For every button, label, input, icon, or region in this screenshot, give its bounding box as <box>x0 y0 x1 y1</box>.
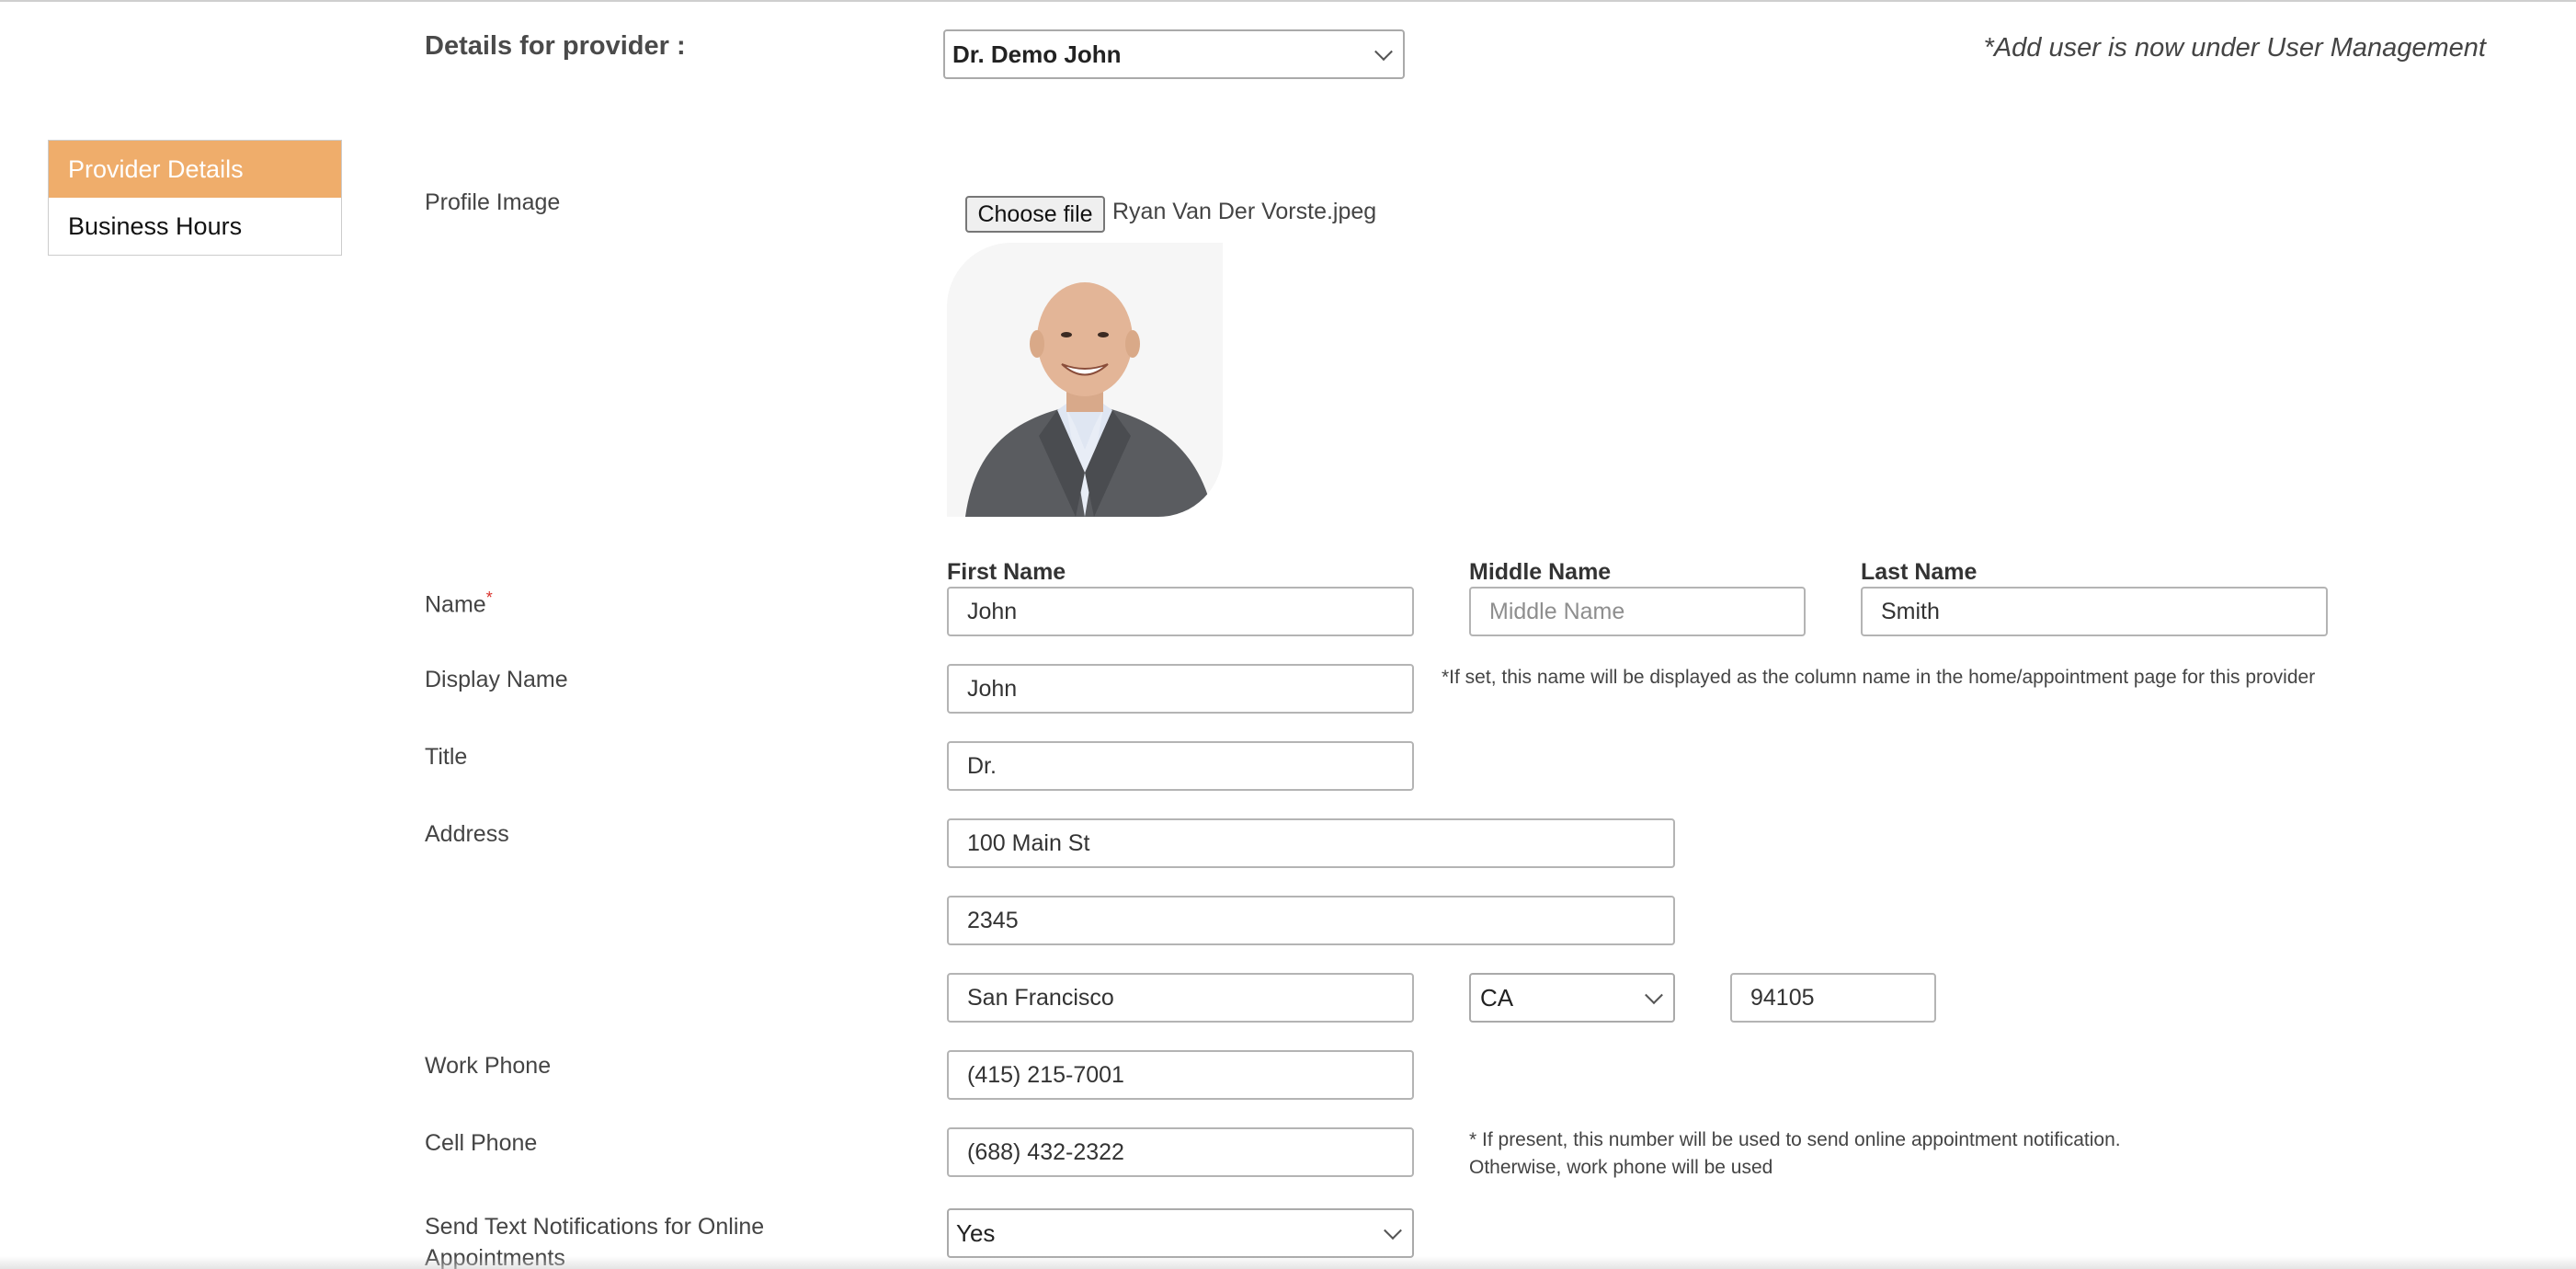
provider-details-page: Details for provider : Dr. Demo John *Ad… <box>0 0 2576 1269</box>
page-title: Details for provider : <box>425 31 686 61</box>
sidebar: Provider Details Business Hours <box>48 140 342 256</box>
chevron-down-icon <box>1384 1221 1402 1240</box>
chevron-down-icon <box>1374 42 1393 62</box>
state-select-value: CA <box>1480 983 1514 1012</box>
file-name-text: Ryan Van Der Vorste.jpeg <box>1112 199 1377 224</box>
cell-phone-hint: * If present, this number will be used t… <box>1469 1126 2121 1182</box>
work-phone-input[interactable]: (415) 215-7001 <box>947 1050 1414 1100</box>
cell-phone-hint-line2: Otherwise, work phone will be used <box>1469 1157 1773 1178</box>
cell-phone-hint-line1: * If present, this number will be used t… <box>1469 1129 2121 1150</box>
profile-photo <box>947 243 1223 517</box>
add-user-note: *Add user is now under User Management <box>1983 33 2486 63</box>
address-line1-input[interactable]: 100 Main St <box>947 818 1675 868</box>
display-name-input[interactable]: John <box>947 664 1414 714</box>
chevron-down-icon <box>1645 986 1663 1005</box>
title-input[interactable]: Dr. <box>947 741 1414 791</box>
sidebar-item-provider-details[interactable]: Provider Details <box>49 141 341 198</box>
address-line2-input[interactable]: 2345 <box>947 896 1675 945</box>
required-marker: * <box>485 589 493 607</box>
provider-select[interactable]: Dr. Demo John <box>943 29 1405 79</box>
title-label: Title <box>425 744 468 770</box>
last-name-input[interactable]: Smith <box>1861 587 2328 636</box>
state-select[interactable]: CA <box>1469 973 1675 1023</box>
profile-image-label: Profile Image <box>425 189 561 215</box>
bottom-shadow <box>0 1256 2576 1269</box>
choose-file-button[interactable]: Choose file <box>965 196 1105 233</box>
zip-input[interactable]: 94105 <box>1730 973 1936 1023</box>
cell-phone-input[interactable]: (688) 432-2322 <box>947 1127 1414 1177</box>
text-notifications-select[interactable]: Yes <box>947 1208 1414 1258</box>
sidebar-item-business-hours[interactable]: Business Hours <box>49 198 341 255</box>
last-name-heading: Last Name <box>1861 559 1978 585</box>
city-input[interactable]: San Francisco <box>947 973 1414 1023</box>
middle-name-heading: Middle Name <box>1469 559 1612 585</box>
display-name-hint: *If set, this name will be displayed as … <box>1442 667 2316 688</box>
name-label-text: Name <box>425 591 486 618</box>
name-label: Name* <box>425 589 493 618</box>
text-notifications-select-value: Yes <box>956 1218 996 1247</box>
first-name-heading: First Name <box>947 559 1066 585</box>
first-name-input[interactable]: John <box>947 587 1414 636</box>
provider-select-value: Dr. Demo John <box>952 40 1122 68</box>
address-label: Address <box>425 821 509 847</box>
work-phone-label: Work Phone <box>425 1053 552 1079</box>
text-notifications-label-line1: Send Text Notifications for Online <box>425 1214 765 1240</box>
display-name-label: Display Name <box>425 667 568 692</box>
cell-phone-label: Cell Phone <box>425 1130 538 1156</box>
middle-name-input[interactable]: Middle Name <box>1469 587 1806 636</box>
